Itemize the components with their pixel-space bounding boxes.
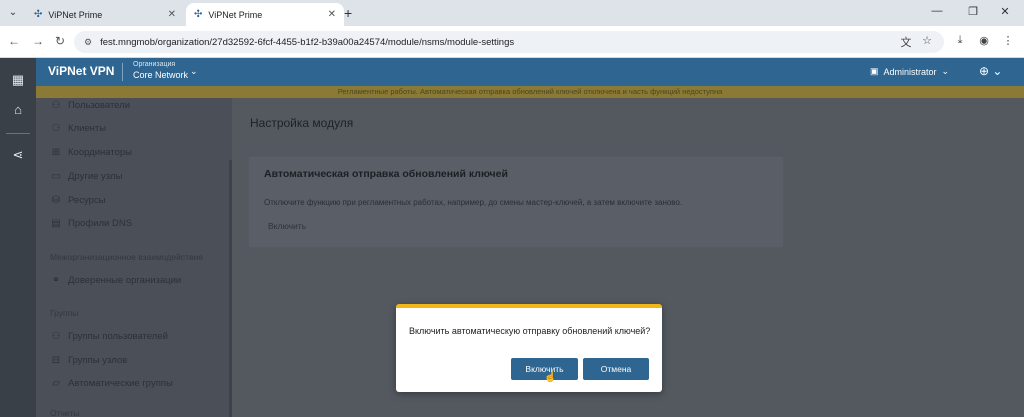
download-icon[interactable]: ⤓	[952, 34, 968, 47]
url-text: fest.mngmob/organization/27d32592-6fcf-4…	[100, 36, 515, 48]
sidebar-item-label: Группы пользователей	[68, 331, 168, 342]
folder-icon: ▱	[52, 378, 60, 389]
user-menu[interactable]: ▣ Administrator ⌄	[870, 66, 949, 77]
sidebar-item-label: Ресурсы	[68, 195, 106, 206]
app-header: ViPNet VPN Организация Core Network ⌄ ▣ …	[36, 58, 1024, 86]
chevron-down-icon[interactable]: ⌄	[190, 66, 198, 77]
sidebar-item-trusted-orgs[interactable]: ⚭ Доверенные организации	[50, 275, 181, 286]
chevron-down-icon: ⌄	[941, 66, 950, 76]
sidebar-item-label: Пользователи	[68, 100, 131, 111]
sidebar-item-user-groups[interactable]: ⚇ Группы пользователей	[50, 331, 168, 342]
org-selector[interactable]: Core Network	[133, 70, 188, 80]
sidebar-item-other-nodes[interactable]: ▭ Другие узлы	[50, 171, 122, 182]
sidebar-section-inter-org: Межорганизационное взаимодействие	[50, 252, 203, 262]
sidebar-section-groups: Группы	[50, 308, 79, 318]
settings-card: Автоматическая отправка обновлений ключе…	[248, 156, 784, 248]
bookmark-star-icon[interactable]: ☆	[919, 34, 935, 47]
tab-title: ViPNet Prime	[48, 9, 103, 20]
sidebar-item-label: Профили DNS	[68, 218, 133, 229]
apps-grid-icon[interactable]: ▦	[8, 70, 28, 90]
nodes-icon: ▭	[51, 171, 61, 182]
close-tab-icon[interactable]: ✕	[328, 9, 336, 20]
sidebar-item-node-groups[interactable]: ⊟ Группы узлов	[50, 355, 127, 366]
org-label: Организация	[133, 61, 176, 68]
handshake-icon: ⚭	[51, 275, 61, 286]
new-tab-plus-icon[interactable]: +	[344, 5, 352, 21]
hand-cursor-icon: ☝	[544, 372, 557, 383]
minimize-icon[interactable]: —	[930, 5, 944, 17]
browser-toolbar: ← → ↻ ⚙ fest.mngmob/organization/27d3259…	[0, 26, 1024, 58]
sidebar-item-clients[interactable]: ⚆ Клиенты	[50, 123, 107, 134]
sidebar-item-users[interactable]: ⚇ Пользователи	[50, 100, 131, 111]
sidebar-item-resources[interactable]: ⛁ Ресурсы	[50, 195, 106, 206]
coordinators-icon: ⊞	[51, 147, 61, 158]
card-description: Отключите функцию при регламентных работ…	[264, 198, 683, 207]
dialog-question: Включить автоматическую отправку обновле…	[409, 326, 651, 336]
maintenance-banner: Регламентные работы. Автоматическая отпр…	[36, 86, 1024, 98]
vipnet-favicon-icon: ✣	[194, 9, 203, 20]
vipnet-favicon-icon: ✣	[34, 9, 43, 20]
user-name: Administrator	[883, 66, 937, 77]
app-rail: ▦ ⌂ ⋖	[0, 58, 36, 417]
sidebar-section-reports: Отчеты	[50, 408, 80, 417]
confirm-dialog: Включить автоматическую отправку обновле…	[396, 304, 662, 392]
tab-search-icon[interactable]: ⌄	[4, 5, 22, 21]
restore-icon[interactable]: ❐	[966, 5, 980, 18]
back-icon[interactable]: ←	[6, 34, 22, 48]
header-divider	[122, 63, 123, 81]
rail-divider	[6, 133, 30, 134]
reload-icon[interactable]: ↻	[52, 34, 68, 48]
site-info-icon[interactable]: ⚙	[84, 37, 92, 48]
organization-icon[interactable]: ⌂	[8, 100, 28, 120]
browser-tab-2[interactable]: ✣ ViPNet Prime ✕	[186, 3, 344, 26]
sidebar-item-coordinators[interactable]: ⊞ Координаторы	[50, 147, 132, 158]
sidebar-item-label: Другие узлы	[68, 171, 123, 182]
close-tab-icon[interactable]: ✕	[168, 9, 176, 20]
resources-icon: ⛁	[51, 195, 61, 206]
sidebar-item-label: Координаторы	[68, 147, 132, 158]
address-bar[interactable]: ⚙ fest.mngmob/organization/27d32592-6fcf…	[74, 31, 944, 53]
user-badge-icon: ▣	[870, 66, 879, 76]
sidebar-item-auto-groups[interactable]: ▱ Автоматические группы	[50, 378, 173, 389]
user-icon: ⚇	[51, 100, 61, 111]
dns-icon: ▤	[51, 218, 61, 229]
forward-icon[interactable]: →	[30, 34, 46, 48]
browser-tabstrip: ⌄ ✣ ViPNet Prime ✕ ✣ ViPNet Prime ✕ + — …	[0, 0, 1024, 26]
clients-icon: ⚆	[51, 123, 61, 134]
sidebar-item-label: Группы узлов	[68, 355, 128, 366]
sidebar-item-dns-profiles[interactable]: ▤ Профили DNS	[50, 218, 132, 229]
tab-title: ViPNet Prime	[208, 9, 263, 20]
profile-icon[interactable]: ◉	[976, 34, 992, 47]
language-globe-icon[interactable]: ⊕ ⌄	[979, 64, 1002, 78]
card-title: Автоматическая отправка обновлений ключе…	[264, 168, 508, 180]
page-title: Настройка модуля	[250, 116, 354, 130]
node-group-icon: ⊟	[51, 355, 61, 366]
user-group-icon: ⚇	[51, 331, 61, 342]
sidebar-item-label: Клиенты	[68, 123, 107, 134]
sidebar-item-label: Автоматические группы	[68, 378, 173, 389]
close-window-icon[interactable]: ✕	[998, 5, 1012, 18]
sidebar-item-label: Доверенные организации	[68, 275, 182, 286]
cancel-button[interactable]: Отмена	[583, 358, 649, 380]
app-brand[interactable]: ViPNet VPN	[48, 64, 114, 78]
network-share-icon[interactable]: ⋖	[8, 145, 28, 165]
sidebar: ⚇ Пользователи ⚆ Клиенты ⊞ Координаторы …	[36, 98, 232, 417]
translate-icon[interactable]: 文	[898, 34, 914, 50]
enable-link-button[interactable]: Включить	[268, 221, 306, 231]
browser-tab-1[interactable]: ✣ ViPNet Prime ✕	[26, 3, 184, 26]
browser-menu-icon[interactable]: ⋮	[1000, 34, 1016, 47]
